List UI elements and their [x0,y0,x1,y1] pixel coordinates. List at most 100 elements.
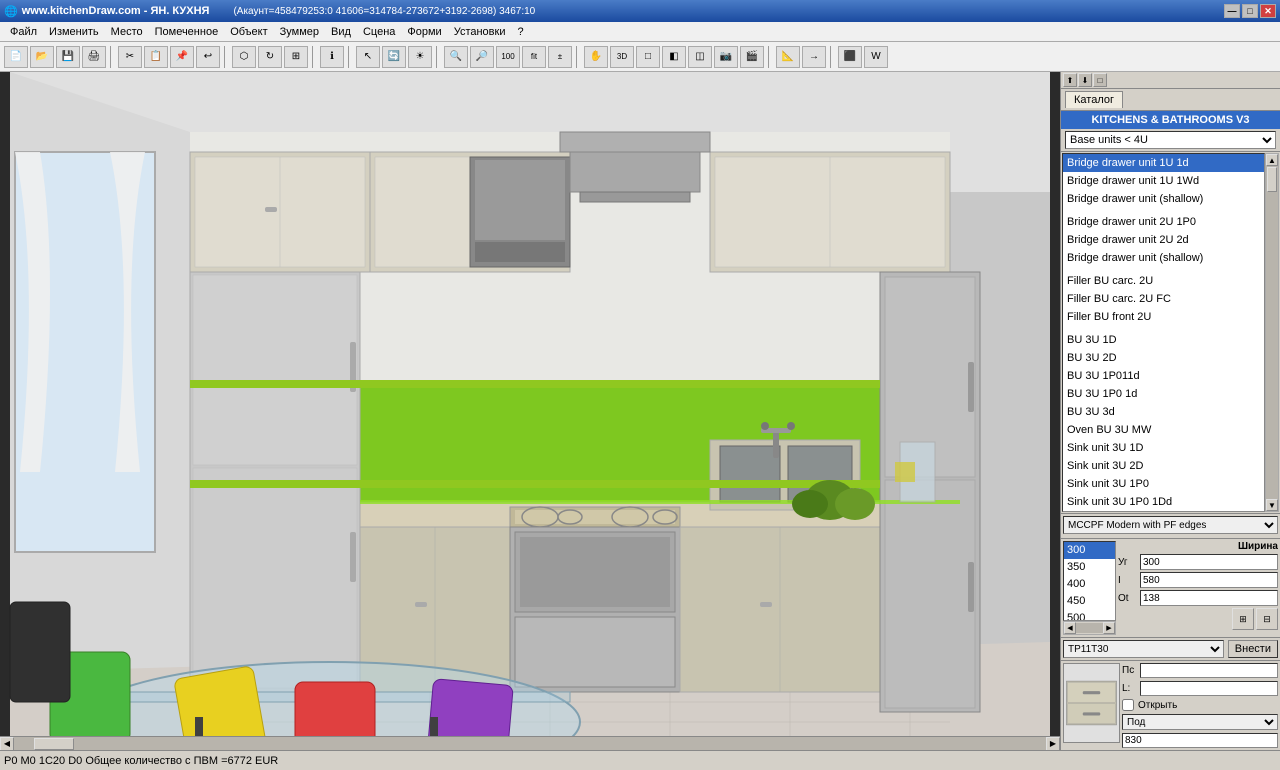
close-button[interactable]: ✕ [1260,4,1276,18]
maximize-button[interactable]: □ [1242,4,1258,18]
catalog-list-item[interactable]: Sink unit 3U 1P0 1Dd [1063,493,1264,511]
catalog-list-item[interactable]: Filler BU carc. 2U [1063,272,1264,290]
catalog-list-item[interactable]: Sink unit 3U 1P0 [1063,475,1264,493]
insert-button[interactable]: Внести [1228,640,1278,658]
toolbar-cursor[interactable]: ↖ [356,46,380,68]
under-select[interactable]: Под [1122,714,1278,730]
panel-icon3[interactable]: □ [1093,73,1107,87]
toolbar-video[interactable]: 🎬 [740,46,764,68]
catalog-list-item[interactable]: Bridge drawer unit (shallow) [1063,190,1264,208]
menu-zoom[interactable]: Зуммер [274,24,325,40]
catalog-list-item[interactable]: Sink unit 3U 2D [1063,457,1264,475]
panel-icon2[interactable]: ⬇ [1078,73,1092,87]
toolbar-extra2[interactable]: W [864,46,888,68]
width-list-item[interactable]: 500 [1064,610,1115,621]
toolbar-paste[interactable]: 📌 [170,46,194,68]
toolbar-arrow[interactable]: → [802,46,826,68]
catalog-list-item[interactable]: BU 3U 1D [1063,331,1264,349]
panel-icon1[interactable]: ⬆ [1063,73,1077,87]
width-list-item[interactable]: 350 [1064,559,1115,576]
toolbar-zoom-custom[interactable]: ± [548,46,572,68]
width-htrack[interactable] [1076,623,1103,633]
catalog-filter-select[interactable]: Base units < 4U [1065,131,1276,149]
viewport-hscrollbar[interactable]: ◀ ▶ [0,736,1060,750]
vscroll-up-btn[interactable]: ▲ [1266,154,1278,166]
catalog-list-item[interactable]: Oven BU 3U MW [1063,421,1264,439]
hscroll-left-btn[interactable]: ◀ [0,737,14,751]
dim-icon2[interactable]: ⊟ [1256,608,1278,630]
catalog-list-item[interactable]: Filler BU front 2U [1063,308,1264,326]
dim-i-input[interactable] [1140,572,1278,588]
toolbar-cut[interactable]: ✂ [118,46,142,68]
toolbar-render3[interactable]: ◫ [688,46,712,68]
toolbar-measure[interactable]: 📐 [776,46,800,68]
menu-object[interactable]: Объект [224,24,273,40]
catalog-list-item[interactable]: Bridge drawer unit 1U 1Wd [1063,172,1264,190]
toolbar-zoom-in[interactable]: 🔍 [444,46,468,68]
dim-icon1[interactable]: ⊞ [1232,608,1254,630]
profile-select-dropdown[interactable]: МССРF Modern with PF edges [1063,516,1278,534]
catalog-list[interactable]: Bridge drawer unit 1U 1dBridge drawer un… [1062,153,1265,512]
toolbar-align[interactable]: ⊞ [284,46,308,68]
catalog-list-item[interactable]: Bridge drawer unit 1U 1d [1063,154,1264,172]
width-list-item[interactable]: 400 [1064,576,1115,593]
toolbar-copy[interactable]: 📋 [144,46,168,68]
catalog-vscrollbar[interactable]: ▲ ▼ [1265,153,1279,512]
width-list[interactable]: 300350400450500600 [1063,541,1116,621]
toolbar-save[interactable]: 💾 [56,46,80,68]
toolbar-zoom-100[interactable]: 100 [496,46,520,68]
catalog-list-item[interactable]: BU 3U 3d [1063,403,1264,421]
toolbar-rotate[interactable]: ↻ [258,46,282,68]
minimize-button[interactable]: — [1224,4,1240,18]
menu-place[interactable]: Место [105,24,149,40]
width-list-item[interactable]: 300 [1064,542,1115,559]
catalog-list-item[interactable]: Bridge drawer unit (shallow) [1063,249,1264,267]
toolbar-new[interactable]: 📄 [4,46,28,68]
open-checkbox[interactable] [1122,699,1134,711]
menu-file[interactable]: Файл [4,24,43,40]
hscroll-right-btn[interactable]: ▶ [1046,737,1060,751]
catalog-list-item[interactable]: BU 3U 1P011d [1063,367,1264,385]
under-value-input[interactable] [1122,733,1278,748]
menu-forms[interactable]: Форми [401,24,447,40]
menu-view[interactable]: Вид [325,24,357,40]
toolbar-cam[interactable]: 📷 [714,46,738,68]
catalog-list-item[interactable]: Sink unit 3U 1D [1063,439,1264,457]
toolbar-refresh[interactable]: 🔄 [382,46,406,68]
toolbar-zoom-fit[interactable]: fit [522,46,546,68]
catalog-list-item[interactable]: BU 3U 1P0 1d [1063,385,1264,403]
menu-edit[interactable]: Изменить [43,24,105,40]
dim-ug-input[interactable] [1140,554,1278,570]
toolbar-light[interactable]: ☀ [408,46,432,68]
hscroll-track[interactable] [14,737,1046,751]
width-list-item[interactable]: 450 [1064,593,1115,610]
menu-scene[interactable]: Сцена [357,24,401,40]
width-hscroll[interactable]: ◀ ▶ [1063,621,1116,635]
field-pc-input[interactable] [1140,663,1278,678]
toolbar-extra1[interactable]: ⬛ [838,46,862,68]
toolbar-move[interactable]: ⬡ [232,46,256,68]
dim-ot-input[interactable] [1140,590,1278,606]
toolbar-view3d[interactable]: 3D [610,46,634,68]
insert-code-select[interactable]: TP11T30 [1063,640,1224,658]
vscroll-down-btn[interactable]: ▼ [1266,499,1278,511]
width-scroll-left[interactable]: ◀ [1064,622,1076,634]
toolbar-open[interactable]: 📂 [30,46,54,68]
catalog-list-item[interactable]: BU 3U 2D [1063,349,1264,367]
toolbar-pan[interactable]: ✋ [584,46,608,68]
menu-settings[interactable]: Установки [448,24,512,40]
width-scroll-right[interactable]: ▶ [1103,622,1115,634]
catalog-list-item[interactable]: Bridge drawer unit 2U 2d [1063,231,1264,249]
menu-help[interactable]: ? [511,24,529,40]
toolbar-zoom-out[interactable]: 🔎 [470,46,494,68]
toolbar-render1[interactable]: □ [636,46,660,68]
menu-bookmarks[interactable]: Помеченное [149,24,225,40]
catalog-list-item[interactable]: Filler BU carc. 2U FC [1063,290,1264,308]
toolbar-print[interactable]: 🖨 [82,46,106,68]
vscroll-thumb[interactable] [1267,167,1277,192]
toolbar-undo[interactable]: ↩ [196,46,220,68]
field-l-input[interactable] [1140,681,1278,696]
catalog-list-item[interactable]: Bridge drawer unit 2U 1P0 [1063,213,1264,231]
toolbar-render2[interactable]: ◧ [662,46,686,68]
viewport[interactable]: ◀ ▶ [0,72,1060,750]
